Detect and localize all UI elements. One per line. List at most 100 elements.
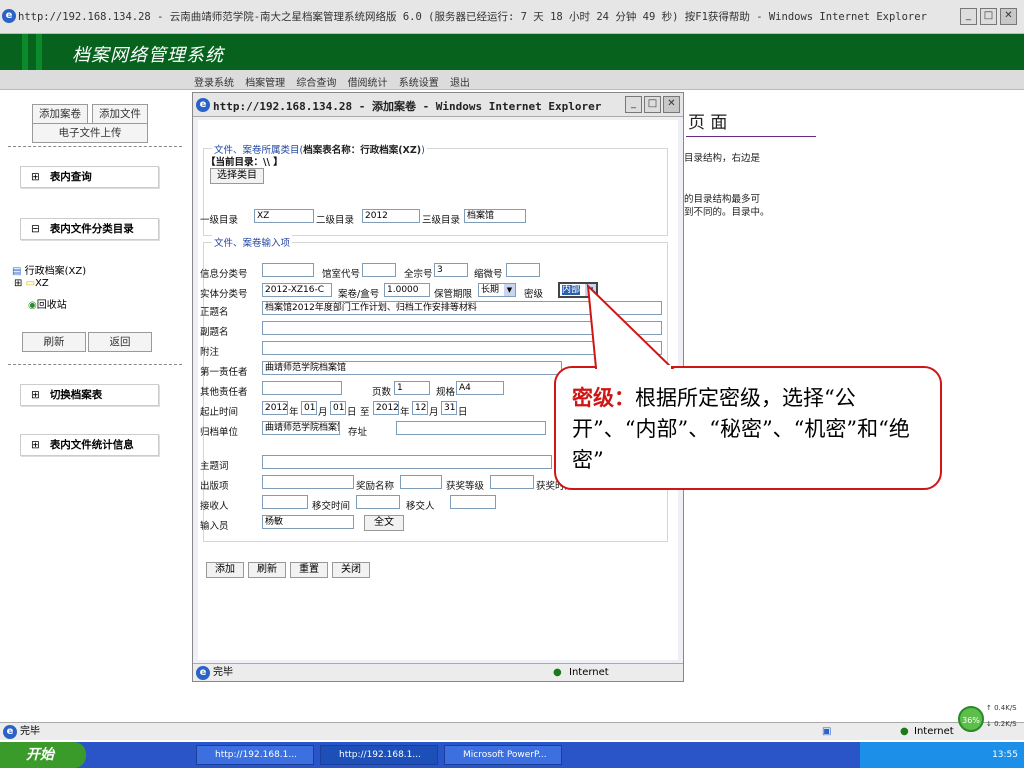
other-responsible-input[interactable]: [262, 381, 342, 395]
taskbar: 开始 http://192.168.1... http://192.168.1.…: [0, 742, 1024, 768]
entity-class-label: 实体分类号: [200, 289, 248, 300]
dialog-maximize-button[interactable]: □: [644, 96, 661, 113]
section-switch[interactable]: ⊞ 切换档案表: [20, 384, 159, 406]
dialog-close-button[interactable]: ✕: [663, 96, 680, 113]
dialog-status-text: 完毕: [213, 667, 233, 678]
close-form-button[interactable]: 关闭: [332, 562, 370, 578]
current-directory: 【当前目录：\\ 】: [206, 157, 283, 168]
receiver-input[interactable]: [262, 495, 308, 509]
refresh-button[interactable]: 刷新: [22, 332, 86, 352]
start-button[interactable]: 开始: [0, 742, 86, 768]
level1-label: 一级目录: [200, 215, 239, 226]
section-catalog[interactable]: ⊟ 表内文件分类目录: [20, 218, 159, 240]
callout-pointer: [586, 284, 675, 369]
period-label: 起止时间: [200, 407, 239, 418]
dialog-minimize-button[interactable]: _: [625, 96, 642, 113]
first-responsible-input[interactable]: 曲靖师范学院档案馆: [262, 361, 562, 375]
spec-input[interactable]: A4: [456, 381, 504, 395]
add-file-button[interactable]: 添加文件: [92, 104, 148, 124]
level2-label: 二级目录: [316, 215, 355, 226]
room-code-input[interactable]: [362, 263, 396, 277]
menu-query[interactable]: 综合查询: [296, 78, 336, 89]
fonds-input[interactable]: 3: [434, 263, 468, 277]
room-code-label: 馆室代号: [322, 269, 361, 280]
close-button[interactable]: ✕: [1000, 8, 1017, 25]
subject-label: 主题词: [200, 461, 229, 472]
receiver-label: 接收人: [200, 501, 229, 512]
refresh-form-button[interactable]: 刷新: [248, 562, 286, 578]
taskbar-item-ie2[interactable]: http://192.168.1...: [320, 745, 438, 765]
menu-archive[interactable]: 档案管理: [245, 78, 285, 89]
menu-settings[interactable]: 系统设置: [399, 78, 439, 89]
section-stats[interactable]: ⊞ 表内文件统计信息: [20, 434, 159, 456]
tree-node-recycle[interactable]: ◉回收站: [28, 296, 67, 311]
tree-root[interactable]: ▤ 行政档案(XZ): [12, 262, 86, 277]
sidebar: 添加案卷 添加文件 电子文件上传 ⊞ 表内查询 ⊟ 表内文件分类目录 ▤ 行政档案(…: [0, 90, 190, 690]
reset-button[interactable]: 重置: [290, 562, 328, 578]
transfer-time-input[interactable]: [356, 495, 400, 509]
back-button[interactable]: 返回: [88, 332, 152, 352]
retention-select[interactable]: 长期 ▼: [478, 283, 516, 297]
spec-label: 规格: [436, 387, 456, 398]
award-level-label: 获奖等级: [446, 481, 485, 492]
add-volume-button[interactable]: 添加案卷: [32, 104, 88, 124]
maximize-button[interactable]: □: [980, 8, 997, 25]
end-month-input[interactable]: 12: [412, 401, 428, 415]
start-day-input[interactable]: 01: [330, 401, 346, 415]
award-name-label: 奖励名称: [356, 481, 395, 492]
archive-unit-input[interactable]: 曲靖师范学院档案馆: [262, 421, 340, 435]
system-tray: 13:55: [860, 742, 1024, 768]
storage-input[interactable]: [396, 421, 546, 435]
level3-label: 三级目录: [422, 215, 461, 226]
fulltext-button[interactable]: 全文: [364, 515, 404, 531]
entity-class-input[interactable]: 2012-XZ16-C: [262, 283, 332, 297]
page-text: 的目录结构最多可: [684, 194, 761, 205]
end-day-input[interactable]: 31: [441, 401, 457, 415]
page-text: 到不同的。目录中。: [684, 207, 770, 218]
main-status-text: 完毕: [20, 726, 40, 737]
download-speed: ↓ 0.2K/S: [986, 720, 1017, 728]
tree-node-xz[interactable]: ⊞ ▭XZ: [14, 278, 49, 289]
start-month-input[interactable]: 01: [301, 401, 317, 415]
upload-speed: ↑ 0.4K/S: [986, 704, 1017, 712]
level3-input[interactable]: 档案馆: [464, 209, 526, 223]
chevron-down-icon: ▼: [504, 284, 515, 296]
select-category-button[interactable]: 选择类目: [210, 168, 264, 184]
ie-icon: e: [3, 725, 17, 739]
secrecy-callout: 密级：根据所定密级，选择“公开”、“内部”、“秘密”、“机密”和“绝密”: [554, 366, 942, 490]
transferer-label: 移交人: [406, 501, 435, 512]
transferer-input[interactable]: [450, 495, 496, 509]
publish-input[interactable]: [262, 475, 354, 489]
divider: [8, 364, 182, 365]
clock: 13:55: [992, 750, 1018, 760]
award-level-input[interactable]: [490, 475, 534, 489]
globe-icon: ●: [900, 726, 909, 737]
end-year-input[interactable]: 2012: [373, 401, 399, 415]
taskbar-item-ie1[interactable]: http://192.168.1...: [196, 745, 314, 765]
banner-stripe: [36, 34, 42, 70]
microfilm-label: 缩微号: [474, 269, 503, 280]
top-menu: 登录系统 档案管理 综合查询 借阅统计 系统设置 退出: [0, 70, 1024, 90]
level2-input[interactable]: 2012: [362, 209, 420, 223]
info-class-input[interactable]: [262, 263, 314, 277]
add-button[interactable]: 添加: [206, 562, 244, 578]
menu-exit[interactable]: 退出: [450, 78, 470, 89]
section-query[interactable]: ⊞ 表内查询: [20, 166, 159, 188]
award-name-input[interactable]: [400, 475, 442, 489]
pages-input[interactable]: 1: [394, 381, 430, 395]
menu-borrow[interactable]: 借阅统计: [348, 78, 388, 89]
dialog-title-bar: e http://192.168.134.28 - 添加案卷 - Windows…: [193, 93, 683, 117]
microfilm-input[interactable]: [506, 263, 540, 277]
subject-input[interactable]: [262, 455, 552, 469]
level1-input[interactable]: XZ: [254, 209, 314, 223]
minimize-button[interactable]: _: [960, 8, 977, 25]
start-year-input[interactable]: 2012: [262, 401, 288, 415]
upload-button[interactable]: 电子文件上传: [32, 123, 148, 143]
divider: [8, 146, 182, 147]
operator-input[interactable]: 杨敏: [262, 515, 354, 529]
box-number-input[interactable]: 1.0000: [384, 283, 430, 297]
expand-icon: ⊞: [31, 389, 40, 401]
menu-login[interactable]: 登录系统: [194, 78, 234, 89]
taskbar-item-powerpoint[interactable]: Microsoft PowerP...: [444, 745, 562, 765]
archive-unit-label: 归档单位: [200, 427, 239, 438]
